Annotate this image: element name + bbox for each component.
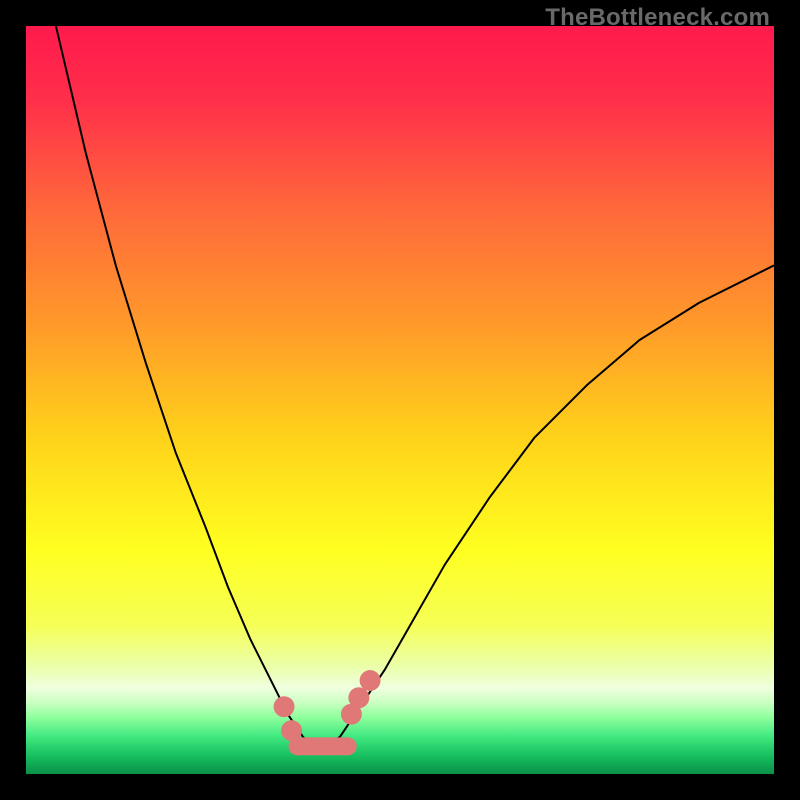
chart-frame: [26, 26, 774, 774]
band-endpoint: [339, 737, 357, 755]
marker-dot: [360, 670, 381, 691]
bottom-band-layer: [289, 737, 357, 755]
marker-dot: [274, 696, 295, 717]
marker-dot: [348, 687, 369, 708]
marker-dot: [281, 720, 302, 741]
chart-svg: [26, 26, 774, 774]
chart-background: [26, 26, 774, 774]
